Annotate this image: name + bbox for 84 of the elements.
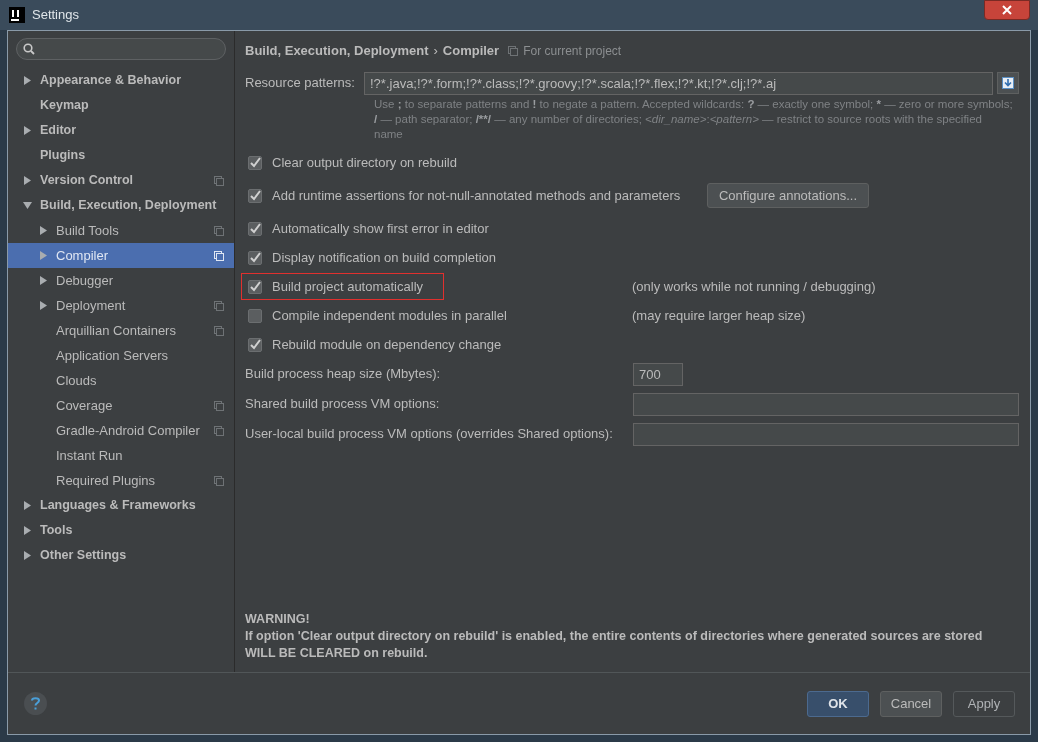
checkbox[interactable]: [248, 155, 262, 170]
sidebar-item[interactable]: Gradle-Android Compiler: [8, 418, 234, 443]
help-icon: [31, 697, 40, 710]
checkbox[interactable]: [248, 188, 262, 203]
sidebar-item[interactable]: Required Plugins: [8, 468, 234, 493]
copy-icon: [214, 225, 224, 236]
copy-icon: [214, 400, 224, 411]
sidebar-item[interactable]: Application Servers: [8, 343, 234, 368]
field-label: User-local build process VM options (overrides Shared options):: [245, 425, 614, 444]
warning-title: WARNING!: [245, 611, 311, 628]
sidebar-item[interactable]: Instant Run: [8, 443, 234, 468]
expand-arrow-icon[interactable]: [23, 526, 32, 535]
help-button[interactable]: [24, 692, 47, 715]
sidebar-item[interactable]: Other Settings: [8, 543, 234, 568]
sidebar-item[interactable]: Version Control: [8, 168, 234, 193]
breadcrumb-parent: Build, Execution, Deployment: [245, 42, 429, 61]
vm-options-field[interactable]: [633, 392, 1019, 416]
checkbox[interactable]: [248, 250, 262, 265]
dialog-button[interactable]: OK: [807, 690, 869, 717]
sidebar-item[interactable]: Keymap: [8, 93, 234, 118]
option-note: (may require larger heap size): [632, 306, 806, 325]
checkbox-label[interactable]: Compile independent modules in parallel: [272, 305, 507, 326]
expand-field-button[interactable]: [997, 72, 1019, 94]
expand-arrow-icon[interactable]: [23, 176, 32, 185]
app-logo-icon: [9, 7, 25, 23]
close-icon: [1002, 5, 1012, 15]
sidebar-item[interactable]: Arquillian Containers: [8, 318, 234, 343]
sidebar-item[interactable]: Build, Execution, Deployment: [8, 193, 234, 218]
expand-arrow-icon[interactable]: [39, 301, 48, 310]
search-field[interactable]: [16, 38, 226, 60]
configure-annotations-button[interactable]: Configure annotations...: [706, 183, 869, 208]
copy-icon: [214, 250, 224, 261]
sidebar-item[interactable]: Build Tools: [8, 218, 234, 243]
field-label: Build process heap size (Mbytes):: [245, 365, 442, 384]
scope-label: For current project: [523, 43, 622, 60]
expand-arrow-icon[interactable]: [39, 226, 48, 235]
option-note: (only works while not running / debugging): [632, 277, 876, 296]
expand-arrow-icon[interactable]: [23, 76, 32, 85]
checkbox-label[interactable]: Rebuild module on dependency change: [272, 334, 502, 355]
close-button[interactable]: [984, 0, 1030, 20]
expand-arrow-icon[interactable]: [23, 501, 32, 510]
expand-arrow-icon[interactable]: [23, 551, 32, 560]
expand-arrow-icon[interactable]: [23, 126, 32, 135]
copy-icon: [214, 300, 224, 311]
sidebar-item[interactable]: Coverage: [8, 393, 234, 418]
sidebar-item[interactable]: Compiler: [8, 243, 234, 268]
copy-icon: [508, 46, 519, 56]
checkbox[interactable]: [248, 337, 262, 352]
sidebar-item[interactable]: Appearance & Behavior: [8, 68, 234, 93]
sidebar-item[interactable]: Deployment: [8, 293, 234, 318]
sidebar-item[interactable]: Clouds: [8, 368, 234, 393]
copy-icon: [214, 175, 224, 186]
heap-size-field[interactable]: 700: [633, 362, 683, 386]
dialog-button[interactable]: Cancel: [880, 690, 942, 717]
field-label: Resource patterns:: [245, 74, 356, 93]
hint-text: Use ; to separate patterns and ! to negate a pattern. Accepted wildcards: ? — exactly one symbol; * — zero or more symbols; / — path separator; /**/ — any number of directories; <dir_name>:<pattern> — restrict to source roots with the specified name: [374, 97, 1013, 142]
checkbox-label[interactable]: Build project automatically: [272, 276, 424, 297]
breadcrumb-separator: ›: [433, 42, 438, 61]
vm-options-field[interactable]: [633, 422, 1019, 446]
checkbox-label[interactable]: Automatically show first error in editor: [272, 218, 489, 239]
copy-icon: [214, 325, 224, 336]
breadcrumb-current: Compiler: [442, 42, 500, 61]
checkbox-label[interactable]: Display notification on build completion: [272, 247, 496, 268]
checkbox-label[interactable]: Add runtime assertions for not-null-annotated methods and parameters: [272, 185, 681, 206]
sidebar-item[interactable]: Tools: [8, 518, 234, 543]
sidebar-item[interactable]: Languages & Frameworks: [8, 493, 234, 518]
warning-text: If option 'Clear output directory on rebuild' is enabled, the entire contents of directories where generated sources are stored: [245, 628, 984, 645]
window-title: Settings: [32, 6, 79, 25]
expand-arrow-icon[interactable]: [23, 201, 32, 210]
checkbox[interactable]: [248, 308, 262, 323]
sidebar-item[interactable]: Debugger: [8, 268, 234, 293]
checkbox[interactable]: [248, 221, 262, 236]
download-icon: [1002, 77, 1014, 89]
copy-icon: [214, 475, 224, 486]
sidebar-item[interactable]: Editor: [8, 118, 234, 143]
expand-arrow-icon[interactable]: [39, 276, 48, 285]
copy-icon: [214, 425, 224, 436]
search-icon: [23, 43, 35, 55]
resource-patterns-field[interactable]: !?*.java;!?*.form;!?*.class;!?*.groovy;!?*.scala;!?*.flex;!?*.kt;!?*.clj;!?*.aj: [364, 71, 993, 95]
warning-text: WILL BE CLEARED on rebuild.: [245, 645, 429, 662]
checkbox-label[interactable]: Clear output directory on rebuild: [272, 152, 457, 173]
field-label: Shared build process VM options:: [245, 395, 441, 414]
sidebar-item[interactable]: Plugins: [8, 143, 234, 168]
checkbox[interactable]: [248, 279, 262, 294]
